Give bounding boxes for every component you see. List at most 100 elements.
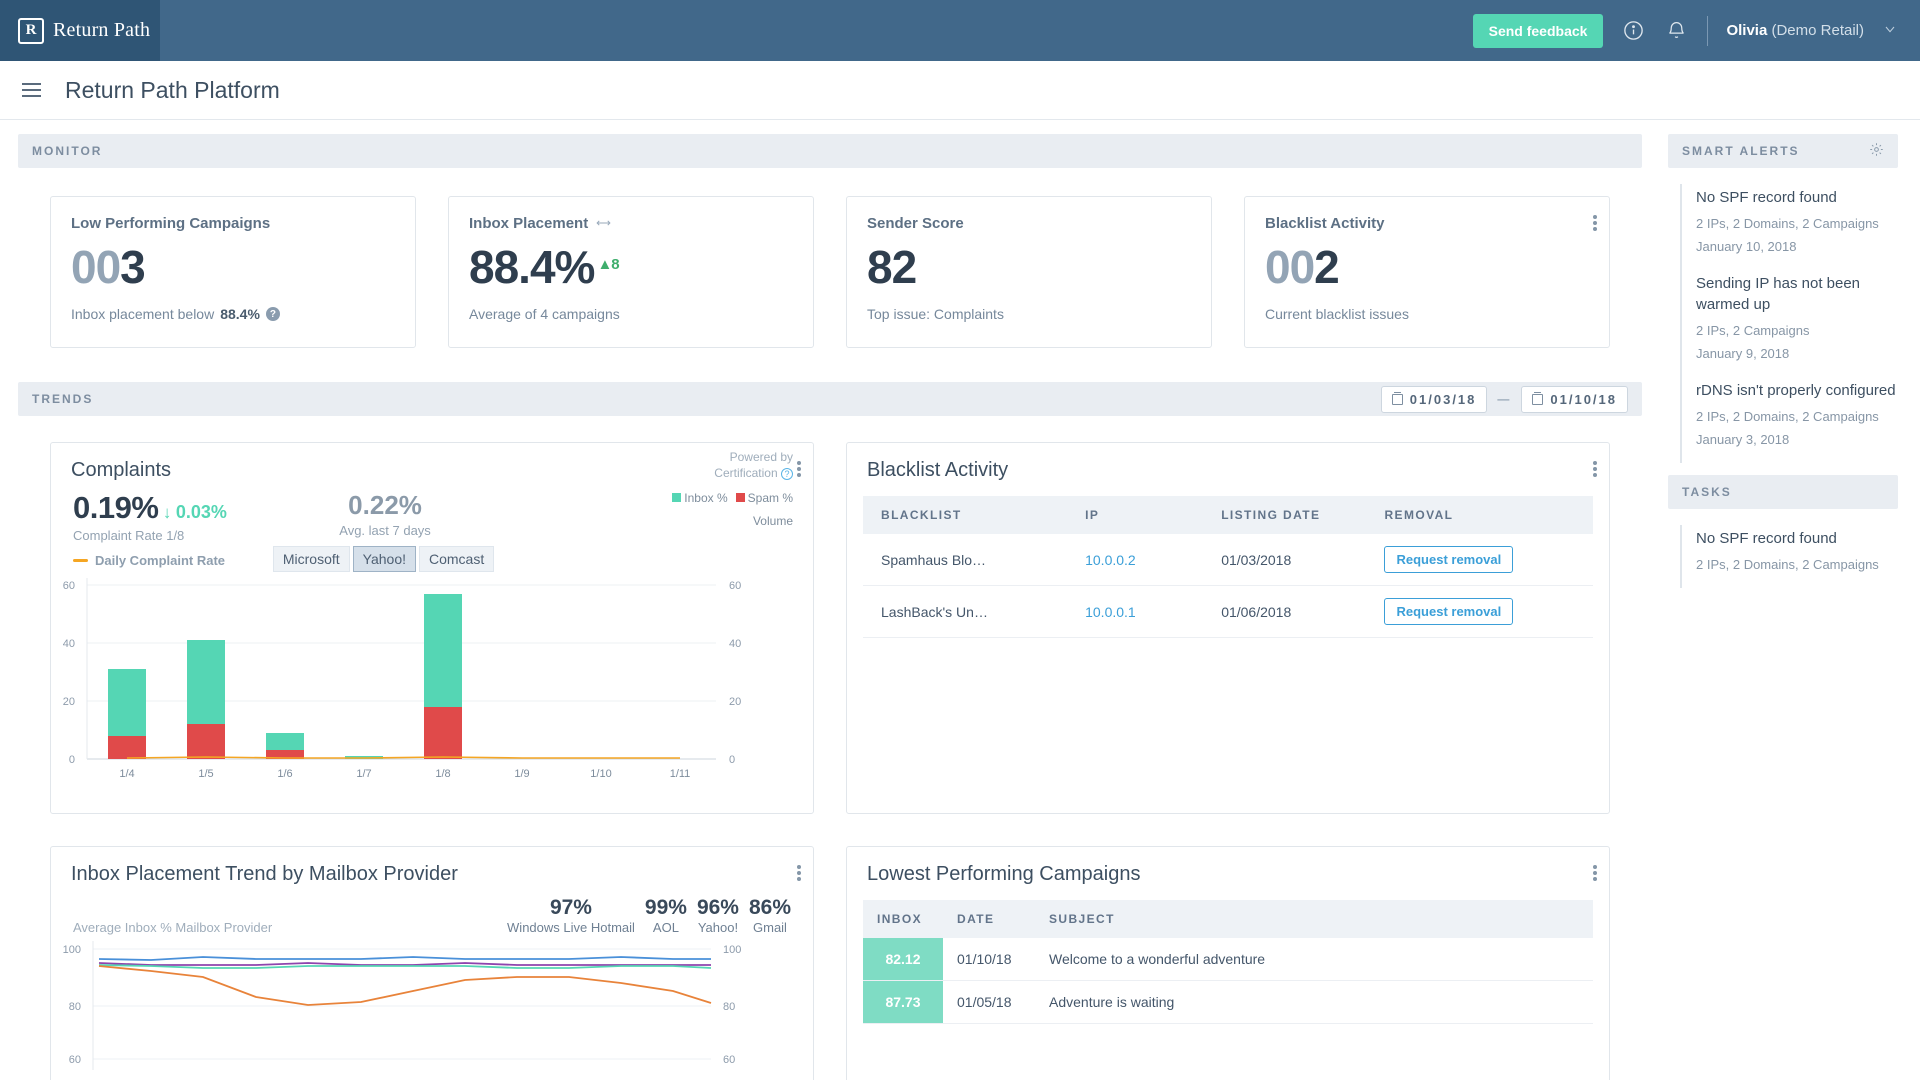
tab-comcast[interactable]: Comcast [419, 546, 495, 572]
top-navigation-bar: R Return Path Send feedback Olivia (Demo… [0, 0, 1920, 61]
panel-lowest-performing-campaigns: Lowest Performing Campaigns INBOX DATE S… [846, 846, 1610, 1080]
campaign-subject: Welcome to a wonderful adventure [1049, 951, 1266, 967]
inbox-trend-caption: Average Inbox % Mailbox Provider [73, 920, 273, 935]
kpi-value-dim: 00 [71, 241, 121, 293]
gear-icon[interactable] [1869, 142, 1884, 160]
provider-label: AOL [652, 920, 679, 935]
provider-value: 97% [549, 896, 592, 919]
request-removal-button[interactable]: Request removal [1384, 598, 1514, 625]
inbox-score-badge: 87.73 [863, 981, 943, 1023]
date-from-input[interactable]: 01/03/18 [1380, 385, 1488, 413]
kpi-card-inbox-placement[interactable]: Inbox Placement 88.4% ▲8 Average of 4 cam… [448, 196, 814, 348]
kpi-card-sender-score[interactable]: Sender Score 82 Top issue: Complaints [846, 196, 1212, 348]
divider [1707, 15, 1709, 46]
svg-text:20: 20 [63, 696, 75, 708]
list-item[interactable]: Sending IP has not been warmed up 2 IPs,… [1680, 270, 1898, 377]
alert-subtitle: 2 IPs, 2 Domains, 2 Campaigns [1696, 409, 1879, 424]
inbox-placement-line-chart[interactable]: 100 80 60 100 80 60 [51, 935, 751, 1075]
provider-gmail: 86% Gmail [749, 896, 791, 935]
complaint-rate-value-row: 0.19% ↓ 0.03% [73, 490, 227, 526]
complaint-rate-label: Complaint Rate 1/8 [73, 528, 185, 543]
trends-section-label: TRENDS [32, 392, 94, 406]
kebab-menu-icon[interactable] [1593, 213, 1597, 233]
kebab-menu-icon[interactable] [797, 863, 801, 883]
kpi-delta: ▲8 [597, 256, 619, 273]
help-icon[interactable]: ? [781, 468, 793, 481]
complaints-bar-chart[interactable]: 60 40 20 0 60 40 20 0 1/4 1/5 1/6 1/7 1/… [51, 572, 751, 782]
alert-title: No SPF record found [1696, 189, 1837, 206]
provider-yahoo: 96% Yahoo! [697, 896, 739, 935]
svg-text:40: 40 [63, 638, 75, 650]
date-to-input[interactable]: 01/10/18 [1521, 385, 1628, 413]
bell-icon[interactable] [1664, 18, 1689, 43]
user-account-menu[interactable]: Olivia (Demo Retail) [1726, 22, 1864, 39]
complaint-rate-value: 0.19% [73, 490, 159, 525]
trends-grid: Complaints Powered by Certification ? In… [18, 416, 1642, 1080]
kpi-title: Sender Score [867, 215, 964, 232]
kpi-subtitle: Top issue: Complaints [867, 306, 1004, 322]
blacklist-table-header: BLACKLIST IP LISTING DATE REMOVAL [863, 496, 1593, 534]
blacklist-name: LashBack's Un… [881, 603, 988, 620]
provider-aol: 99% AOL [645, 896, 687, 935]
kpi-title: Blacklist Activity [1265, 215, 1385, 232]
blacklist-ip-link[interactable]: 10.0.0.1 [1085, 604, 1221, 620]
hamburger-icon[interactable] [22, 83, 41, 97]
cert-line-1: Powered by [729, 450, 793, 464]
provider-value: 86% [748, 896, 791, 919]
tab-microsoft[interactable]: Microsoft [272, 546, 350, 572]
lowest-table-header: INBOX DATE SUBJECT [863, 900, 1593, 938]
help-icon[interactable]: ? [265, 307, 280, 321]
kebab-menu-icon[interactable] [1593, 863, 1597, 883]
resize-icon[interactable] [595, 216, 612, 231]
svg-text:1/9: 1/9 [514, 768, 529, 780]
user-first-name: Olivia [1726, 22, 1768, 39]
svg-text:60: 60 [729, 580, 741, 592]
kpi-value-main: 88.4% [469, 241, 595, 293]
tasks-label: TASKS [1682, 485, 1732, 499]
table-row[interactable]: 87.73 01/05/18 Adventure is waiting [863, 981, 1593, 1024]
cert-line-2-wrap: Certification ? [672, 465, 793, 481]
table-row[interactable]: 82.12 01/10/18 Welcome to a wonderful ad… [863, 938, 1593, 981]
list-item[interactable]: rDNS isn't properly configured 2 IPs, 2 … [1680, 376, 1898, 463]
monitor-section-label: MONITOR [32, 144, 103, 158]
top-right-actions: Send feedback Olivia (Demo Retail) [1472, 13, 1920, 48]
svg-text:1/5: 1/5 [198, 768, 213, 780]
list-item[interactable]: No SPF record found 2 IPs, 2 Domains, 2 … [1680, 184, 1898, 271]
calendar-icon [1391, 391, 1403, 405]
chevron-down-icon[interactable] [1882, 21, 1898, 41]
kebab-menu-icon[interactable] [797, 459, 801, 479]
kpi-card-low-performing-campaigns[interactable]: Low Performing Campaigns 003 Inbox place… [50, 196, 416, 348]
blacklist-ip-link[interactable]: 10.0.0.2 [1085, 552, 1221, 568]
provider-label: Yahoo! [697, 920, 739, 935]
tab-yahoo[interactable]: Yahoo! [352, 546, 416, 572]
complaints-stats: 0.19% ↓ 0.03% Complaint Rate 1/8 Daily C… [51, 486, 813, 572]
kpi-card-blacklist-activity[interactable]: Blacklist Activity 002 Current blacklist… [1244, 196, 1610, 348]
send-feedback-button[interactable]: Send feedback [1472, 13, 1604, 48]
brand-logo[interactable]: R Return Path [0, 0, 160, 61]
calendar-icon [1532, 391, 1544, 405]
table-row[interactable]: Spamhaus Blo… 10.0.0.2 01/03/2018 Reques… [863, 534, 1593, 586]
panel-inbox-placement-trend: Inbox Placement Trend by Mailbox Provide… [50, 846, 814, 1080]
complaint-rate-block: 0.19% ↓ 0.03% Complaint Rate 1/8 Daily C… [73, 490, 227, 572]
kpi-card-row: Low Performing Campaigns 003 Inbox place… [18, 168, 1642, 382]
alert-subtitle: 2 IPs, 2 Campaigns [1696, 322, 1810, 338]
svg-text:0: 0 [69, 754, 75, 766]
svg-text:40: 40 [729, 638, 741, 650]
svg-text:60: 60 [723, 1054, 735, 1066]
page-body: MONITOR Low Performing Campaigns 003 Inb… [0, 120, 1920, 1080]
provider-value: 96% [696, 896, 739, 919]
list-item[interactable]: No SPF record found 2 IPs, 2 Domains, 2 … [1680, 525, 1898, 589]
info-icon[interactable] [1621, 18, 1646, 43]
kebab-menu-icon[interactable] [1593, 459, 1597, 479]
date-range-picker: 01/03/18 — 01/10/18 [1380, 385, 1628, 413]
kpi-value-dim: 00 [1265, 241, 1315, 293]
table-row[interactable]: LashBack's Un… 10.0.0.1 01/06/2018 Reque… [863, 586, 1593, 638]
provider-tabs: Microsoft Yahoo! Comcast [272, 546, 497, 572]
task-title: No SPF record found [1696, 530, 1837, 547]
svg-text:1/4: 1/4 [119, 768, 134, 780]
request-removal-button[interactable]: Request removal [1384, 546, 1514, 573]
trend-down-arrow-icon: ↓ [162, 503, 172, 522]
lowest-campaigns-title: Lowest Performing Campaigns [867, 863, 1141, 885]
kpi-subtitle: Inbox placement below 88.4%? [71, 306, 395, 322]
svg-text:100: 100 [723, 944, 741, 956]
